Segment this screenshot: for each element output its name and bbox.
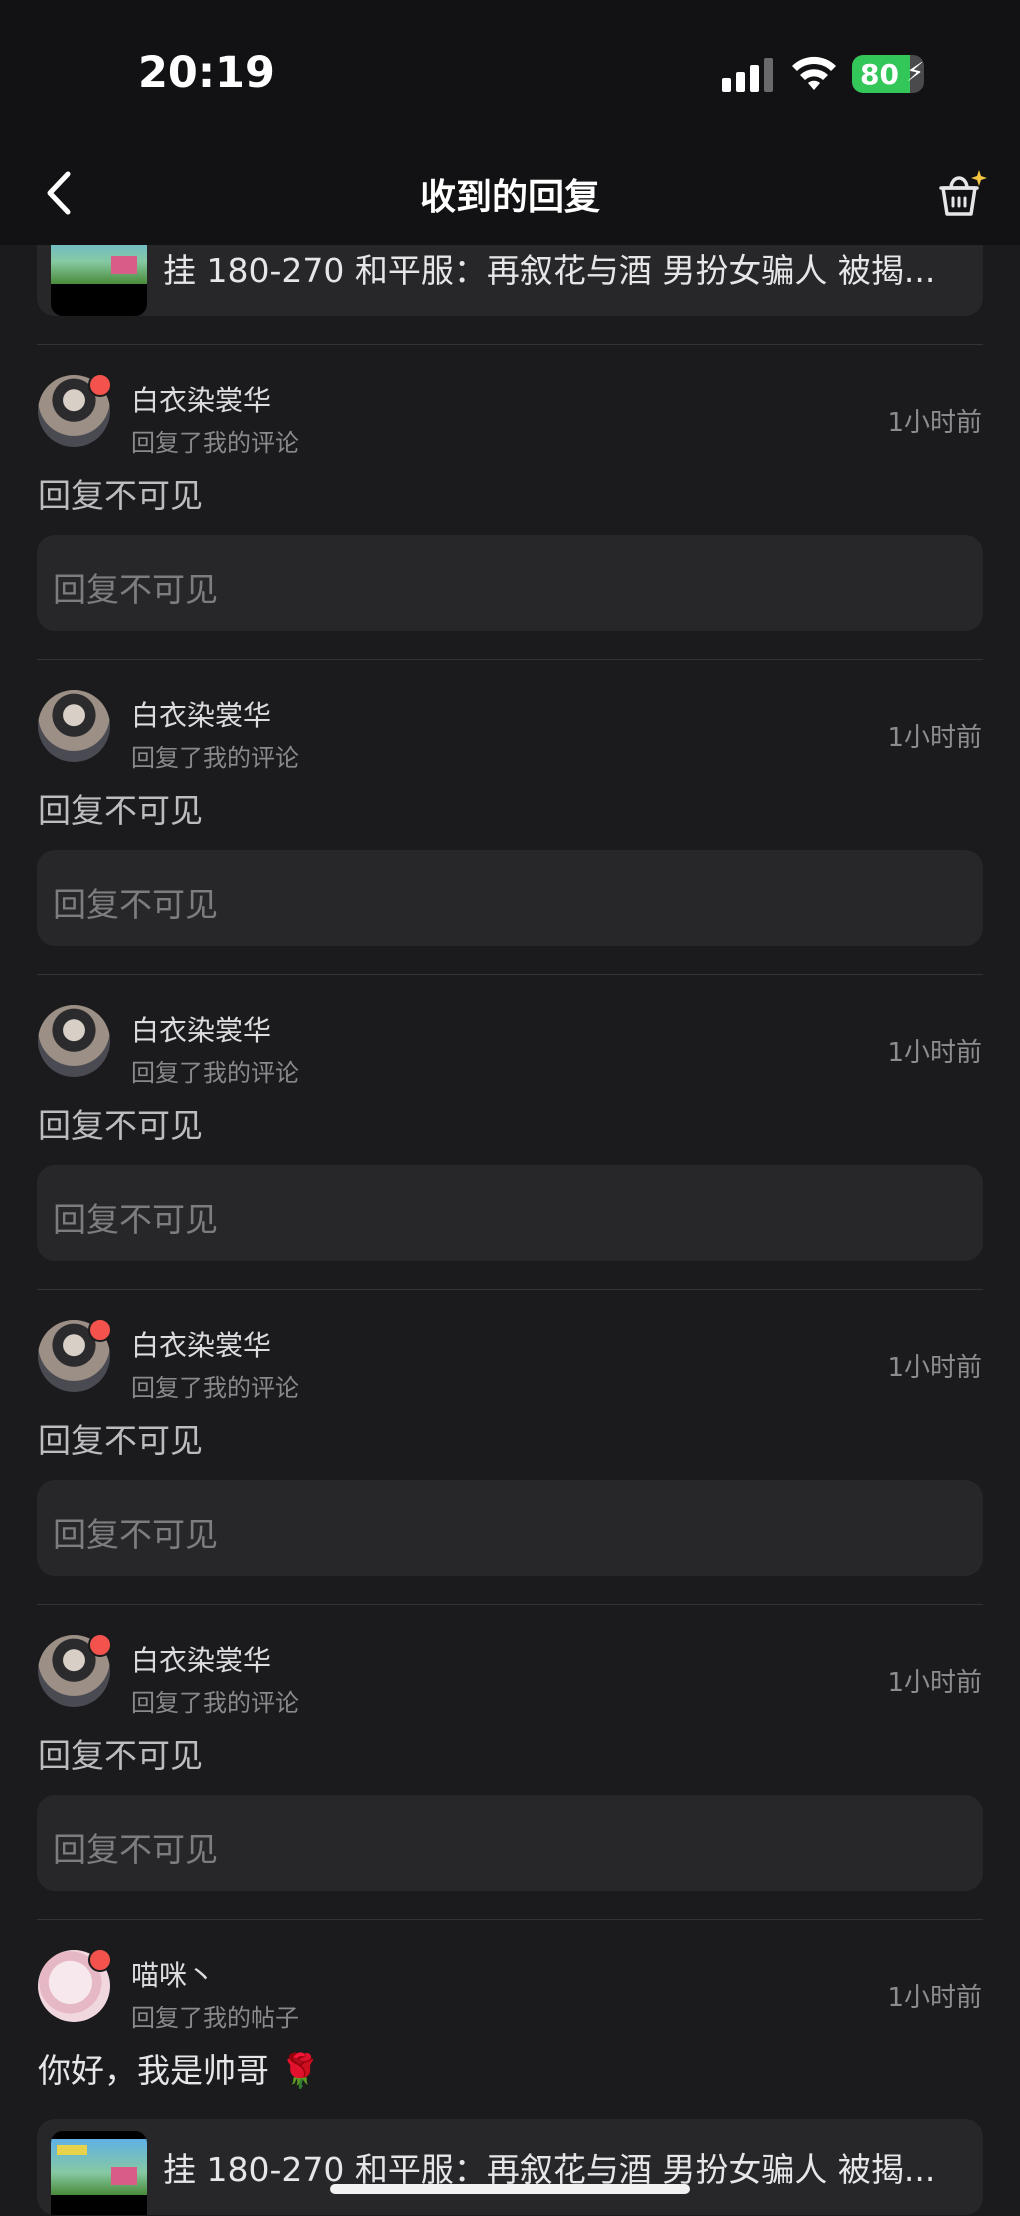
username[interactable]: 白衣染裳华 xyxy=(131,1639,271,1679)
reply-action: 回复了我的评论 xyxy=(131,1689,299,1717)
quoted-text: 回复不可见 xyxy=(53,1515,218,1554)
charging-bolt-icon: ⚡ xyxy=(906,58,924,88)
quoted-text: 回复不可见 xyxy=(53,1200,218,1239)
timestamp: 1小时前 xyxy=(887,723,982,753)
clock: 20:19 xyxy=(138,48,275,98)
quoted-text: 回复不可见 xyxy=(53,885,218,924)
unread-dot xyxy=(88,1633,112,1657)
timestamp: 1小时前 xyxy=(887,1668,982,1698)
battery-level: 80 xyxy=(860,58,899,91)
wifi-icon xyxy=(792,56,836,90)
quoted-text: 回复不可见 xyxy=(53,1830,218,1869)
username[interactable]: 白衣染裳华 xyxy=(131,694,271,734)
cleanup-basket-icon[interactable] xyxy=(935,168,987,220)
timestamp: 1小时前 xyxy=(887,1353,982,1383)
quoted-comment[interactable]: 回复不可见 xyxy=(37,535,983,631)
username[interactable]: 白衣染裳华 xyxy=(131,1009,271,1049)
post-link-title: 挂 180-270 和平服：再叙花与酒 男扮女骗人 被揭... xyxy=(163,251,936,290)
reply-text: 回复不可见 xyxy=(38,791,203,830)
cellular-signal-icon xyxy=(722,58,773,92)
post-thumbnail xyxy=(51,2131,147,2215)
quoted-comment[interactable]: 回复不可见 xyxy=(37,1480,983,1576)
home-indicator[interactable] xyxy=(330,2184,690,2194)
reply-text: 回复不可见 xyxy=(38,1106,203,1145)
quoted-comment[interactable]: 回复不可见 xyxy=(37,1165,983,1261)
timestamp: 1小时前 xyxy=(887,1983,982,2013)
quoted-comment[interactable]: 回复不可见 xyxy=(37,850,983,946)
reply-item[interactable]: 白衣染裳华 回复了我的评论 1小时前 回复不可见 回复不可见 xyxy=(0,660,1020,975)
username[interactable]: 喵咪丶 xyxy=(131,1954,215,1994)
reply-text: 回复不可见 xyxy=(38,1421,203,1460)
reply-action: 回复了我的评论 xyxy=(131,744,299,772)
unread-dot xyxy=(88,1948,112,1972)
reply-text: 你好，我是帅哥 🌹 xyxy=(38,2051,321,2090)
reply-item[interactable]: 白衣染裳华 回复了我的评论 1小时前 回复不可见 回复不可见 xyxy=(0,1290,1020,1605)
page-title: 收到的回复 xyxy=(419,177,600,218)
quoted-comment[interactable]: 回复不可见 xyxy=(37,1795,983,1891)
reply-text: 回复不可见 xyxy=(38,1736,203,1775)
unread-dot xyxy=(88,373,112,397)
reply-text: 回复不可见 xyxy=(38,476,203,515)
reply-item[interactable]: 白衣染裳华 回复了我的评论 1小时前 回复不可见 回复不可见 xyxy=(0,975,1020,1290)
reply-item[interactable]: 白衣染裳华 回复了我的评论 1小时前 回复不可见 回复不可见 xyxy=(0,1605,1020,1920)
reply-item[interactable]: 白衣染裳华 回复了我的评论 1小时前 回复不可见 回复不可见 xyxy=(0,345,1020,660)
timestamp: 1小时前 xyxy=(887,408,982,438)
reply-action: 回复了我的评论 xyxy=(131,429,299,457)
username[interactable]: 白衣染裳华 xyxy=(131,379,271,419)
quoted-text: 回复不可见 xyxy=(53,570,218,609)
unread-dot xyxy=(88,1318,112,1342)
reply-action: 回复了我的评论 xyxy=(131,1059,299,1087)
reply-action: 回复了我的帖子 xyxy=(131,2004,299,2032)
reply-action: 回复了我的评论 xyxy=(131,1374,299,1402)
status-bar: 20:19 80 ⚡ xyxy=(0,0,1020,140)
username[interactable]: 白衣染裳华 xyxy=(131,1324,271,1364)
timestamp: 1小时前 xyxy=(887,1038,982,1068)
battery-icon: 80 ⚡ xyxy=(852,55,924,93)
avatar[interactable] xyxy=(38,690,110,762)
navigation-bar: 收到的回复 xyxy=(0,140,1020,245)
avatar[interactable] xyxy=(38,1005,110,1077)
post-link-card[interactable]: 挂 180-270 和平服：再叙花与酒 男扮女骗人 被揭... xyxy=(37,2119,983,2215)
